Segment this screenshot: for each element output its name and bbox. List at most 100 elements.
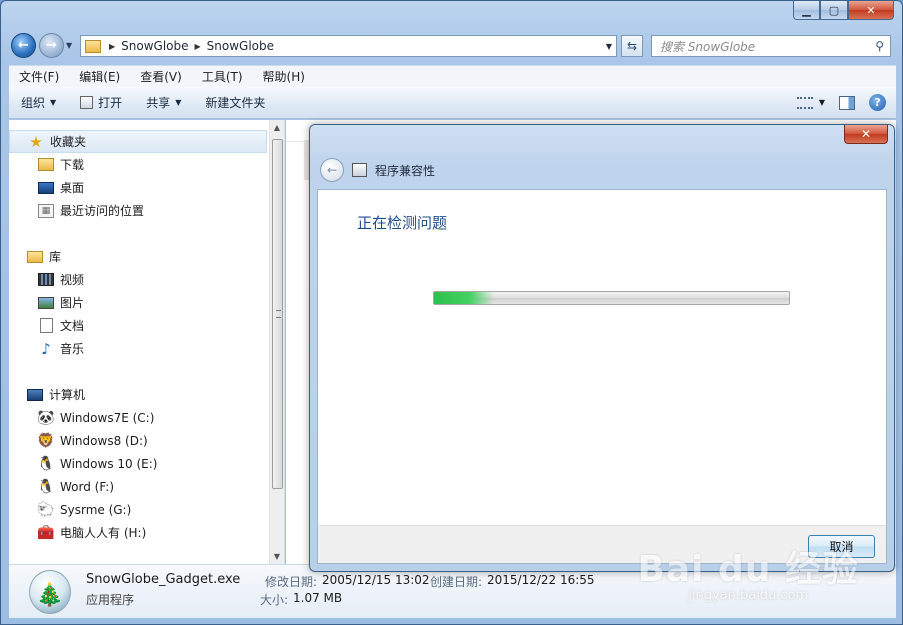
nav-music[interactable]: ♪ 音乐 bbox=[9, 337, 271, 360]
nav-drive-f[interactable]: 🐧 Word (F:) bbox=[9, 475, 271, 498]
scroll-down-arrow-icon[interactable]: ▼ bbox=[270, 549, 284, 564]
nav-pictures[interactable]: 图片 bbox=[9, 291, 271, 314]
breadcrumb-item[interactable]: SnowGlobe bbox=[121, 39, 188, 53]
downloads-folder-icon bbox=[38, 158, 54, 171]
close-button[interactable]: ✕ bbox=[848, 1, 894, 20]
forward-button[interactable]: → bbox=[39, 33, 64, 58]
view-chevron-down-icon[interactable]: ▼ bbox=[819, 98, 825, 107]
breadcrumb-separator-icon[interactable]: ▶ bbox=[195, 42, 201, 51]
dialog-close-button[interactable]: ✕ bbox=[844, 125, 888, 144]
menu-edit[interactable]: 编辑(E) bbox=[69, 68, 130, 85]
navigation-tree: ★ 收藏夹 下载 桌面 ▦ 最近访问的位置 库 视频 图片 文档 ♪ 音乐 计算… bbox=[9, 120, 271, 544]
snowglobe-app-icon: 🎄 bbox=[29, 570, 71, 614]
back-button[interactable]: ← bbox=[11, 33, 36, 58]
dialog-back-button[interactable]: ← bbox=[320, 158, 344, 182]
maximize-button[interactable]: ▢ bbox=[820, 1, 848, 20]
baidu-jingyan-watermark: Bai du 经验 jingyan.baidu.com bbox=[637, 540, 859, 603]
computer-icon bbox=[27, 388, 43, 401]
file-name: SnowGlobe_Gadget.exe bbox=[86, 572, 241, 587]
change-view-icon[interactable] bbox=[796, 96, 813, 109]
view-controls: ▼ ? bbox=[796, 94, 886, 111]
nav-label: 音乐 bbox=[60, 342, 85, 356]
video-library-icon bbox=[38, 273, 54, 286]
nav-drive-h[interactable]: 🧰 电脑人人有 (H:) bbox=[9, 521, 271, 544]
breadcrumb-separator-icon[interactable]: ▶ bbox=[109, 42, 115, 51]
compatibility-app-icon bbox=[352, 163, 367, 177]
nav-computer[interactable]: 计算机 bbox=[9, 383, 271, 406]
progress-bar bbox=[433, 291, 790, 305]
nav-desktop[interactable]: 桌面 bbox=[9, 176, 271, 199]
nav-videos[interactable]: 视频 bbox=[9, 268, 271, 291]
menu-tools[interactable]: 工具(T) bbox=[192, 68, 253, 85]
share-button[interactable]: 共享 ▼ bbox=[134, 94, 193, 111]
file-type: 应用程序 bbox=[86, 593, 135, 607]
desktop-icon bbox=[38, 181, 54, 194]
nav-documents[interactable]: 文档 bbox=[9, 314, 271, 337]
navigation-scrollbar[interactable]: ▲ ▼ bbox=[269, 120, 284, 564]
libraries-group: 库 视频 图片 文档 ♪ 音乐 bbox=[9, 245, 271, 360]
scrollbar-thumb[interactable] bbox=[272, 139, 283, 489]
share-label: 共享 bbox=[146, 96, 171, 110]
nav-label: Windows7E (C:) bbox=[60, 410, 155, 425]
dialog-heading: 正在检测问题 bbox=[357, 214, 448, 232]
created-value: 2015/12/22 16:55 bbox=[487, 573, 595, 587]
favorites-group: ★ 收藏夹 下载 桌面 ▦ 最近访问的位置 bbox=[9, 130, 271, 222]
search-icon[interactable]: ⚲ bbox=[875, 39, 884, 53]
menu-view[interactable]: 查看(V) bbox=[130, 68, 192, 85]
menu-bar: 文件(F) 编辑(E) 查看(V) 工具(T) 帮助(H) bbox=[9, 65, 896, 87]
recent-pages-chevron-down-icon[interactable]: ▼ bbox=[66, 41, 72, 50]
menu-file[interactable]: 文件(F) bbox=[9, 68, 69, 85]
refresh-button[interactable]: ⇆ bbox=[621, 35, 643, 57]
progress-bar-fill bbox=[434, 292, 495, 304]
nav-downloads[interactable]: 下载 bbox=[9, 153, 271, 176]
size-label: 大小: bbox=[260, 593, 289, 607]
new-folder-button[interactable]: 新建文件夹 bbox=[193, 94, 277, 111]
picture-library-icon bbox=[38, 296, 54, 309]
new-folder-label: 新建文件夹 bbox=[205, 96, 266, 110]
folder-icon bbox=[85, 39, 101, 53]
nav-favorites[interactable]: ★ 收藏夹 bbox=[9, 130, 267, 153]
nav-drive-d[interactable]: 🦁 Windows8 (D:) bbox=[9, 429, 271, 452]
app-window-icon bbox=[80, 96, 94, 109]
nav-drive-g[interactable]: 🐑 Sysrme (G:) bbox=[9, 498, 271, 521]
penguin-drive-icon: 🐧 bbox=[37, 478, 55, 495]
music-note-icon: ♪ bbox=[41, 339, 51, 358]
chevron-down-icon: ▼ bbox=[50, 98, 57, 107]
address-bar[interactable]: ▶ SnowGlobe ▶ SnowGlobe ▼ bbox=[80, 35, 617, 57]
dialog-header: ← 程序兼容性 bbox=[320, 158, 435, 182]
nav-label: 下载 bbox=[60, 158, 85, 172]
minimize-button[interactable]: ▁ bbox=[793, 1, 820, 20]
nav-label: 计算机 bbox=[49, 388, 86, 402]
nav-drive-c[interactable]: 🐼 Windows7E (C:) bbox=[9, 406, 271, 429]
nav-label: 文档 bbox=[60, 319, 85, 333]
nav-label: Word (F:) bbox=[60, 479, 115, 494]
search-input[interactable]: 搜索 SnowGlobe ⚲ bbox=[651, 35, 891, 57]
open-button[interactable]: 打开 bbox=[68, 94, 134, 111]
breadcrumb-item[interactable]: SnowGlobe bbox=[207, 39, 274, 53]
recent-places-icon: ▦ bbox=[38, 203, 54, 218]
library-icon bbox=[27, 250, 43, 263]
star-icon: ★ bbox=[29, 132, 43, 151]
address-history-chevron-down-icon[interactable]: ▼ bbox=[606, 42, 612, 51]
nav-recent-places[interactable]: ▦ 最近访问的位置 bbox=[9, 199, 271, 222]
nav-label: 库 bbox=[49, 250, 62, 264]
sheep-drive-icon: 🐑 bbox=[37, 501, 55, 518]
preview-pane-icon[interactable] bbox=[839, 95, 855, 110]
help-icon[interactable]: ? bbox=[869, 94, 886, 111]
organize-button[interactable]: 组织 ▼ bbox=[9, 94, 68, 111]
penguin-drive-icon: 🐧 bbox=[37, 455, 55, 472]
watermark-logo: Bai du 经验 bbox=[637, 549, 859, 590]
nav-drive-e[interactable]: 🐧 Windows 10 (E:) bbox=[9, 452, 271, 475]
nav-label: Sysrme (G:) bbox=[60, 502, 132, 517]
nav-libraries[interactable]: 库 bbox=[9, 245, 271, 268]
organize-label: 组织 bbox=[21, 96, 46, 110]
nav-label: Windows 10 (E:) bbox=[60, 456, 158, 471]
menu-help[interactable]: 帮助(H) bbox=[253, 68, 315, 85]
size-value: 1.07 MB bbox=[293, 591, 343, 605]
red-box-drive-icon: 🧰 bbox=[37, 524, 55, 541]
tree-icon: 🎄 bbox=[36, 582, 64, 608]
nav-label: 最近访问的位置 bbox=[60, 204, 145, 218]
nav-label: 收藏夹 bbox=[50, 135, 87, 149]
open-label: 打开 bbox=[98, 96, 123, 110]
scroll-up-arrow-icon[interactable]: ▲ bbox=[270, 120, 284, 135]
